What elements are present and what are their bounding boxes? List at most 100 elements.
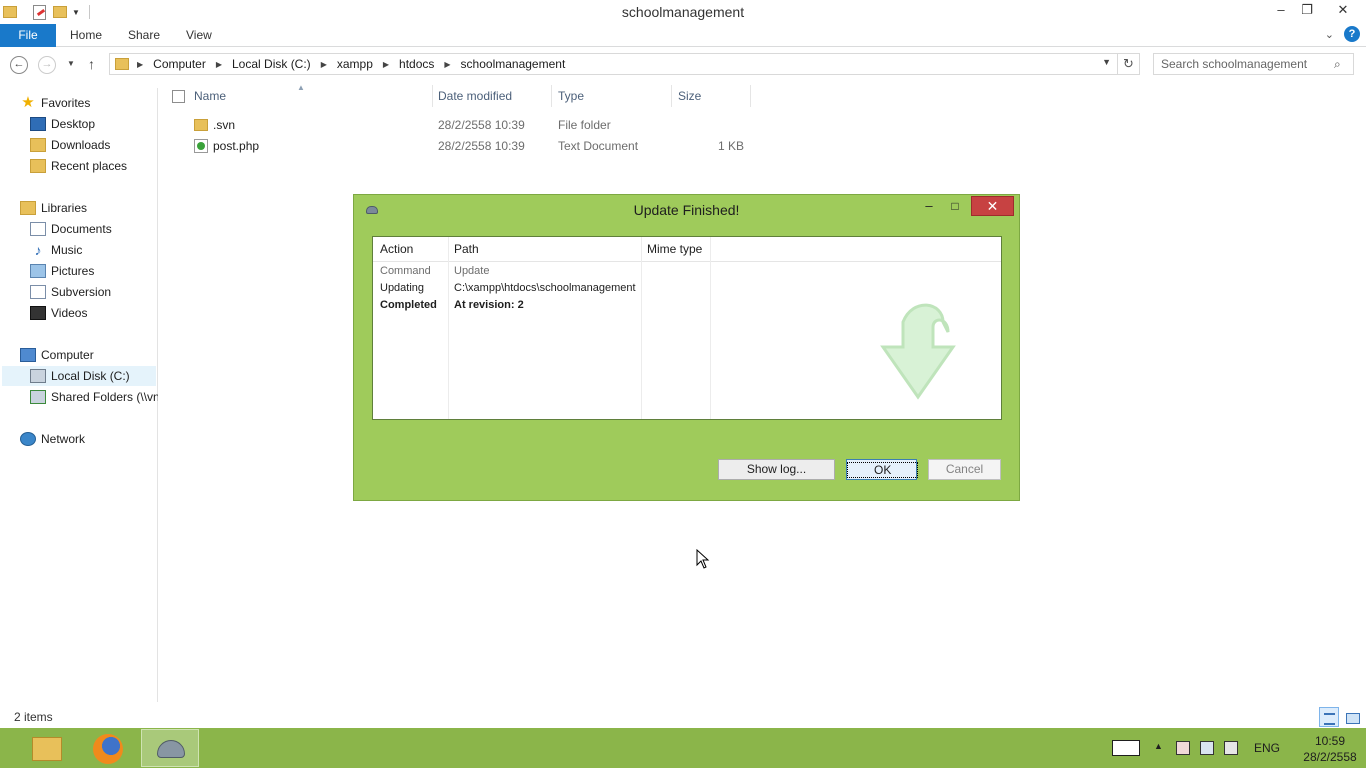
- nav-label: Videos: [51, 306, 88, 320]
- nav-favorites[interactable]: ★ Favorites: [20, 93, 90, 113]
- dialog-maximize-button[interactable]: □: [945, 197, 965, 215]
- breadcrumb-separator-icon[interactable]: ▶: [137, 60, 143, 69]
- breadcrumb-separator-icon[interactable]: ▶: [216, 60, 222, 69]
- navigation-pane: ★ Favorites Desktop Downloads Recent pla…: [0, 88, 158, 702]
- sort-ascending-icon: ▲: [297, 83, 305, 92]
- file-date: 28/2/2558 10:39: [438, 118, 525, 132]
- close-button[interactable]: ✕: [1320, 0, 1366, 22]
- cancel-button[interactable]: Cancel: [928, 459, 1001, 480]
- details-view-icon[interactable]: [1319, 707, 1339, 727]
- minimize-button[interactable]: –: [1268, 0, 1294, 22]
- ok-button[interactable]: OK: [846, 459, 919, 480]
- refresh-icon[interactable]: ↻: [1117, 54, 1139, 74]
- breadcrumb-htdocs[interactable]: htdocs: [399, 57, 434, 71]
- select-all-checkbox[interactable]: [172, 90, 185, 103]
- status-bar: 2 items: [0, 706, 1366, 728]
- tortoisesvn-icon: [157, 740, 185, 758]
- forward-button[interactable]: →: [38, 56, 56, 74]
- videos-icon: [30, 306, 46, 320]
- recent-locations-dropdown-icon[interactable]: ▼: [67, 59, 75, 68]
- file-size: 1 KB: [717, 139, 744, 153]
- search-input[interactable]: Search schoolmanagement: [1153, 53, 1354, 75]
- taskbar-firefox[interactable]: [79, 729, 137, 767]
- title-bar: ▼ schoolmanagement – ❐ ✕: [0, 0, 1366, 24]
- nav-computer[interactable]: Computer: [20, 345, 94, 365]
- show-log-button[interactable]: Show log...: [718, 459, 835, 480]
- nav-recent-places[interactable]: Recent places: [30, 156, 127, 176]
- touch-keyboard-icon[interactable]: [1112, 740, 1140, 756]
- nav-label: Favorites: [41, 96, 91, 110]
- list-header-mime-type[interactable]: Mime type: [647, 237, 702, 262]
- downloads-icon: [30, 138, 46, 152]
- breadcrumb-separator-icon[interactable]: ▶: [383, 60, 389, 69]
- column-date-modified[interactable]: Date modified: [438, 89, 512, 103]
- restore-button[interactable]: ❐: [1294, 0, 1320, 22]
- breadcrumb-schoolmanagement[interactable]: schoolmanagement: [461, 57, 566, 71]
- input-language-indicator[interactable]: ENG: [1254, 741, 1280, 768]
- search-icon[interactable]: ⌕: [1334, 57, 1360, 72]
- nav-desktop[interactable]: Desktop: [30, 114, 95, 134]
- update-arrow-icon: [880, 303, 956, 400]
- column-divider[interactable]: [551, 85, 552, 107]
- dialog-close-button[interactable]: ✕: [971, 196, 1014, 216]
- up-arrow-icon[interactable]: ↑: [88, 56, 95, 72]
- taskbar-tortoisesvn[interactable]: [141, 729, 199, 767]
- nav-network[interactable]: Network: [20, 429, 85, 449]
- tab-share[interactable]: Share: [128, 24, 160, 47]
- nav-pictures[interactable]: Pictures: [30, 261, 94, 281]
- list-header-path[interactable]: Path: [454, 237, 479, 262]
- help-icon[interactable]: ?: [1344, 26, 1360, 42]
- volume-icon[interactable]: [1224, 741, 1238, 755]
- file-row-post-php[interactable]: post.php 28/2/2558 10:39 Text Document 1…: [160, 136, 760, 157]
- column-divider[interactable]: [641, 237, 642, 419]
- nav-local-disk[interactable]: Local Disk (C:): [2, 366, 156, 386]
- column-divider[interactable]: [671, 85, 672, 107]
- breadcrumb-computer[interactable]: Computer: [153, 57, 206, 71]
- nav-label: Libraries: [41, 201, 88, 215]
- row-action: Completed: [380, 299, 437, 311]
- column-size[interactable]: Size: [678, 89, 701, 103]
- nav-libraries[interactable]: Libraries: [20, 198, 87, 218]
- column-divider[interactable]: [750, 85, 751, 107]
- breadcrumb-separator-icon[interactable]: ▶: [444, 60, 450, 69]
- chevron-down-icon[interactable]: ⌄: [1325, 28, 1334, 41]
- row-path: At revision: 2: [454, 299, 524, 311]
- show-hidden-icons-icon[interactable]: ▲: [1154, 741, 1163, 768]
- nav-music[interactable]: ♪ Music: [30, 240, 83, 260]
- tab-file[interactable]: File: [0, 24, 56, 47]
- network-status-icon[interactable]: [1200, 741, 1214, 755]
- item-count: 2 items: [14, 710, 53, 724]
- file-row-svn[interactable]: .svn 28/2/2558 10:39 File folder: [160, 115, 760, 136]
- nav-label: Desktop: [51, 117, 96, 131]
- action-center-icon[interactable]: [1176, 741, 1190, 755]
- update-results-list[interactable]: Action Path Mime type Command Update Upd…: [372, 236, 1002, 420]
- clock-date: 28/2/2558: [1303, 750, 1357, 764]
- column-divider[interactable]: [432, 85, 433, 107]
- breadcrumb-separator-icon[interactable]: ▶: [321, 60, 327, 69]
- nav-videos[interactable]: Videos: [30, 303, 87, 323]
- nav-downloads[interactable]: Downloads: [30, 135, 110, 155]
- clock[interactable]: 10:59 28/2/2558: [1300, 733, 1360, 768]
- nav-label: Pictures: [51, 264, 95, 278]
- list-header-action[interactable]: Action: [380, 237, 413, 262]
- nav-documents[interactable]: Documents: [30, 219, 112, 239]
- back-button[interactable]: ←: [10, 56, 28, 74]
- column-name[interactable]: Name: [194, 89, 226, 103]
- taskbar-file-explorer[interactable]: [17, 729, 75, 767]
- tab-view[interactable]: View: [186, 24, 212, 47]
- nav-label: Downloads: [51, 138, 111, 152]
- address-bar[interactable]: ▶ Computer ▶ Local Disk (C:) ▶ xampp ▶ h…: [109, 53, 1140, 75]
- large-icons-view-icon[interactable]: [1342, 707, 1362, 727]
- column-divider[interactable]: [710, 237, 711, 419]
- nav-shared-folders[interactable]: Shared Folders (\\vn: [30, 387, 158, 407]
- column-type[interactable]: Type: [558, 89, 584, 103]
- tab-home[interactable]: Home: [70, 24, 102, 47]
- dialog-minimize-button[interactable]: –: [919, 197, 939, 215]
- breadcrumb-local-disk[interactable]: Local Disk (C:): [232, 57, 311, 71]
- ok-label: OK: [847, 462, 919, 478]
- nav-subversion[interactable]: Subversion: [30, 282, 111, 302]
- address-dropdown-icon[interactable]: ▼: [1102, 57, 1111, 67]
- column-divider[interactable]: [448, 237, 449, 419]
- breadcrumb-xampp[interactable]: xampp: [337, 57, 373, 71]
- window-controls: – ❐ ✕: [1268, 0, 1366, 22]
